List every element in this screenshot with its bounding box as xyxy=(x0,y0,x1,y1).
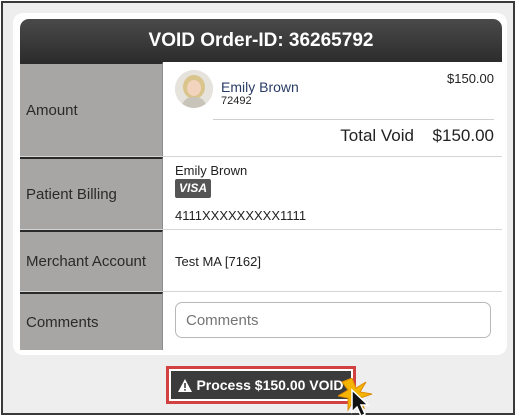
merchant-row: Merchant Account Test MA [7162] xyxy=(20,230,502,292)
process-void-label: Process $150.00 VOID xyxy=(196,377,344,393)
comments-row: Comments xyxy=(20,292,502,350)
customer-photo-icon xyxy=(175,70,213,108)
comments-input[interactable] xyxy=(175,302,491,338)
amount-label: Amount xyxy=(20,62,163,156)
billing-label: Patient Billing xyxy=(20,157,163,229)
amount-value: Emily Brown 72492 $150.00 Total Void $15… xyxy=(163,62,502,156)
total-void-label: Total Void xyxy=(340,126,414,145)
customer-id: 72492 xyxy=(221,95,252,107)
billing-row: Patient Billing Emily Brown VISA 4111XXX… xyxy=(20,157,502,230)
comments-value xyxy=(175,292,502,350)
comments-label: Comments xyxy=(20,292,163,350)
line-amount: $150.00 xyxy=(447,71,494,86)
billing-value: Emily Brown VISA 4111XXXXXXXXX1111 xyxy=(175,157,502,229)
amount-divider xyxy=(213,119,494,120)
click-cursor-icon xyxy=(338,378,373,418)
merchant-account: Test MA [7162] xyxy=(175,254,261,269)
merchant-label: Merchant Account xyxy=(20,230,163,291)
billing-name: Emily Brown xyxy=(175,163,248,178)
page-title: VOID Order-ID: 36265792 xyxy=(20,19,502,62)
warning-icon xyxy=(178,378,193,392)
card-number: 4111XXXXXXXXX1111 xyxy=(175,208,307,223)
customer-name-link[interactable]: Emily Brown xyxy=(221,79,299,95)
process-void-button[interactable]: Process $150.00 VOID xyxy=(171,371,351,399)
amount-row: Amount Emily Brown 72492 $150.00 Total V… xyxy=(20,62,502,157)
avatar xyxy=(175,70,213,108)
process-void-highlight: Process $150.00 VOID xyxy=(166,366,356,404)
merchant-value: Test MA [7162] xyxy=(175,230,502,291)
total-void-value: $150.00 xyxy=(432,126,494,145)
visa-card-icon: VISA xyxy=(175,179,211,198)
